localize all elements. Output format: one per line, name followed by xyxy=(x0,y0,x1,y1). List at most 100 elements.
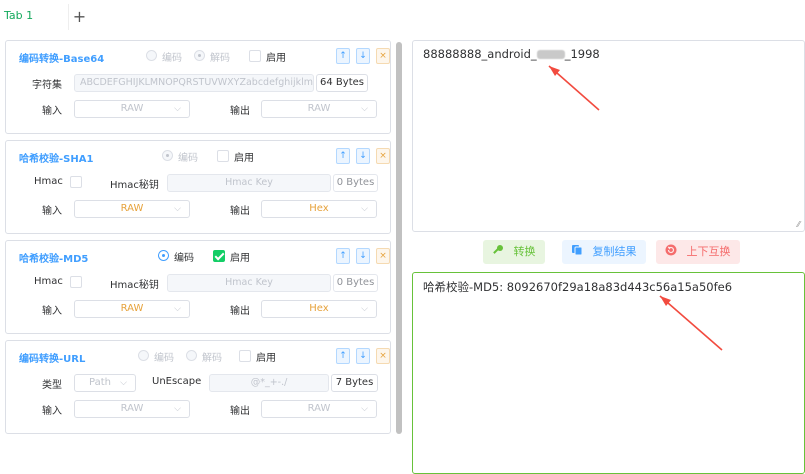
chevron-down-icon: ⌵ xyxy=(361,204,368,214)
output-format-select[interactable]: RAW ⌵ xyxy=(261,100,377,118)
type-label: 类型 xyxy=(42,380,62,391)
key-icon xyxy=(492,245,508,258)
select-value: RAW xyxy=(307,103,331,114)
input-label: 输入 xyxy=(42,306,62,317)
input-label: 输入 xyxy=(42,206,62,217)
resize-handle-icon[interactable]: ⁄⁄ xyxy=(797,220,800,229)
remove-button[interactable]: × xyxy=(376,348,390,364)
input-format-select[interactable]: RAW ⌵ xyxy=(74,100,190,118)
copy-result-button[interactable]: 复制结果 xyxy=(562,240,646,264)
charset-input[interactable]: ABCDEFGHIJKLMNOPQRSTUVWXYZabcdefghijklmn… xyxy=(74,74,314,92)
output-format-select[interactable]: Hex ⌵ xyxy=(261,300,377,318)
decode-label: 解码 xyxy=(210,53,230,64)
input-format-select[interactable]: RAW ⌵ xyxy=(74,200,190,218)
chevron-down-icon: ⌵ xyxy=(361,304,368,314)
chevron-down-icon: ⌵ xyxy=(174,104,181,114)
select-value: RAW xyxy=(307,403,331,414)
select-value: Hex xyxy=(309,203,329,214)
hmac-checkbox[interactable] xyxy=(70,276,82,288)
swap-button[interactable]: 上下互换 xyxy=(656,240,740,264)
output-label: 输出 xyxy=(230,306,250,317)
select-value: Hex xyxy=(309,303,329,314)
encode-radio[interactable] xyxy=(158,250,169,261)
encode-label: 编码 xyxy=(174,253,194,264)
encode-radio[interactable] xyxy=(162,150,173,161)
chevron-down-icon: ⌵ xyxy=(361,104,368,114)
panel-title: 编码转换-URL xyxy=(19,354,86,365)
output-label: 输出 xyxy=(230,106,250,117)
input-textarea[interactable]: 88888888_android_ _1998 ⁄⁄ xyxy=(412,40,805,232)
tab-1[interactable]: Tab 1 xyxy=(4,9,33,22)
convert-button[interactable]: 转换 xyxy=(483,240,545,264)
enable-label: 启用 xyxy=(256,353,276,364)
select-value: RAW xyxy=(120,203,144,214)
left-scrollbar[interactable] xyxy=(396,42,402,434)
panel-md5: 哈希校验-MD5 编码 启用 ↑ ↓ × Hmac Hmac秘钥 Hmac Ke… xyxy=(5,240,391,334)
select-value: RAW xyxy=(120,403,144,414)
move-down-button[interactable]: ↓ xyxy=(356,48,370,64)
unescape-input[interactable]: @*_+-./ xyxy=(209,374,329,392)
type-select[interactable]: Path ⌵ xyxy=(74,374,136,392)
output-label: 输出 xyxy=(230,206,250,217)
encode-radio[interactable] xyxy=(146,50,157,61)
enable-label: 启用 xyxy=(234,153,254,164)
tab-bar: Tab 1 + xyxy=(0,0,805,34)
copy-label: 复制结果 xyxy=(592,245,637,258)
move-down-button[interactable]: ↓ xyxy=(356,348,370,364)
encode-label: 编码 xyxy=(154,353,174,364)
move-up-button[interactable]: ↑ xyxy=(336,148,350,164)
chevron-down-icon: ⌵ xyxy=(120,378,127,388)
move-up-button[interactable]: ↑ xyxy=(336,348,350,364)
remove-button[interactable]: × xyxy=(376,48,390,64)
output-textarea[interactable]: 哈希校验-MD5: 8092670f29a18a83d443c56a15a50f… xyxy=(412,272,805,474)
decode-radio[interactable] xyxy=(186,350,197,361)
panel-title: 哈希校验-SHA1 xyxy=(19,154,94,165)
input-text-end: _1998 xyxy=(564,47,600,61)
charset-label: 字符集 xyxy=(32,80,62,91)
chevron-down-icon: ⌵ xyxy=(174,204,181,214)
hmac-label: Hmac xyxy=(34,176,63,187)
hmac-key-input[interactable]: Hmac Key xyxy=(167,274,331,292)
enable-label: 启用 xyxy=(230,253,250,264)
decode-radio[interactable] xyxy=(194,50,205,61)
remove-button[interactable]: × xyxy=(376,148,390,164)
panel-sha1: 哈希校验-SHA1 编码 启用 ↑ ↓ × Hmac Hmac秘钥 Hmac K… xyxy=(5,140,391,234)
hmac-key-input[interactable]: Hmac Key xyxy=(167,174,331,192)
output-text: 哈希校验-MD5: 8092670f29a18a83d443c56a15a50f… xyxy=(423,280,733,294)
panel-base64: 编码转换-Base64 编码 解码 启用 ↑ ↓ × 字符集 ABCDEFGHI… xyxy=(5,40,391,134)
input-label: 输入 xyxy=(42,406,62,417)
remove-button[interactable]: × xyxy=(376,248,390,264)
swap-label: 上下互换 xyxy=(686,245,731,258)
hmac-key-size: 0 Bytes xyxy=(333,174,378,192)
move-down-button[interactable]: ↓ xyxy=(356,148,370,164)
output-format-select[interactable]: RAW ⌵ xyxy=(261,400,377,418)
move-up-button[interactable]: ↑ xyxy=(336,48,350,64)
redacted-block xyxy=(536,50,565,59)
encode-label: 编码 xyxy=(162,53,182,64)
input-format-select[interactable]: RAW ⌵ xyxy=(74,400,190,418)
enable-checkbox[interactable] xyxy=(239,350,251,362)
hmac-checkbox[interactable] xyxy=(70,176,82,188)
select-value: RAW xyxy=(120,303,144,314)
input-format-select[interactable]: RAW ⌵ xyxy=(74,300,190,318)
unescape-size: 7 Bytes xyxy=(331,374,378,392)
input-label: 输入 xyxy=(42,106,62,117)
output-format-select[interactable]: Hex ⌵ xyxy=(261,200,377,218)
enable-checkbox[interactable] xyxy=(217,150,229,162)
hmac-key-size: 0 Bytes xyxy=(333,274,378,292)
output-label: 输出 xyxy=(230,406,250,417)
panel-title: 编码转换-Base64 xyxy=(19,54,105,65)
encode-label: 编码 xyxy=(178,153,198,164)
add-tab-button[interactable]: + xyxy=(68,4,90,30)
encode-radio[interactable] xyxy=(138,350,149,361)
panel-url: 编码转换-URL 编码 解码 启用 ↑ ↓ × 类型 Path ⌵ UnEscap… xyxy=(5,340,391,434)
enable-checkbox[interactable] xyxy=(249,50,261,62)
select-value: RAW xyxy=(120,103,144,114)
move-up-button[interactable]: ↑ xyxy=(336,248,350,264)
enable-checkbox[interactable] xyxy=(213,250,225,262)
copy-icon xyxy=(571,245,587,258)
move-down-button[interactable]: ↓ xyxy=(356,248,370,264)
hmac-key-label: Hmac秘钥 xyxy=(110,180,159,191)
hmac-label: Hmac xyxy=(34,276,63,287)
select-value: Path xyxy=(89,377,111,388)
